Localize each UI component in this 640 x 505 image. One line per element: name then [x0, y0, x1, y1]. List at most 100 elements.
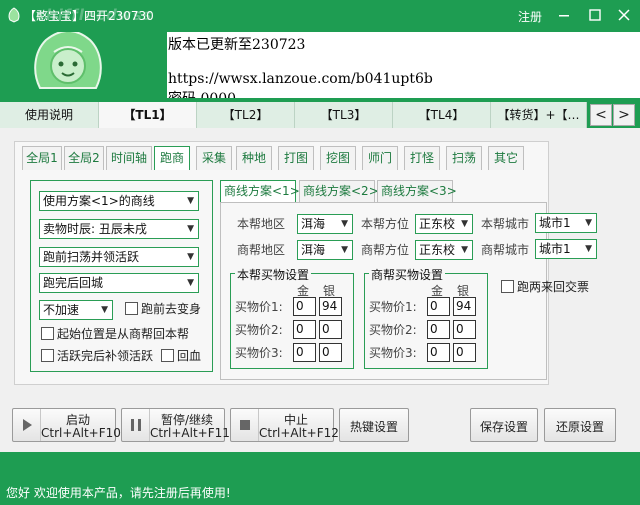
- tab-next-button[interactable]: >: [613, 104, 635, 126]
- home-price2-silver[interactable]: 0: [319, 320, 342, 339]
- checkbox-icon: [161, 349, 174, 362]
- start-hotkey: Ctrl+Alt+F10: [41, 426, 121, 440]
- biz-price2-gold[interactable]: 0: [427, 320, 450, 339]
- price2-label: 买物价2:: [369, 323, 417, 337]
- biz-price3-silver[interactable]: 0: [453, 343, 476, 362]
- dropdown-arrow-icon: ▼: [341, 245, 348, 255]
- biz-city-label: 商帮城市: [481, 243, 530, 257]
- pause-hotkey: Ctrl+Alt+F11: [150, 426, 230, 440]
- save-settings-label: 保存设置: [479, 420, 528, 434]
- route-tab-1[interactable]: 商线方案<1>: [220, 180, 300, 202]
- subtab-timeline[interactable]: 时间轴: [106, 146, 152, 170]
- stop-button[interactable]: 中止 Ctrl+Alt+F12: [230, 408, 339, 442]
- pause-button[interactable]: 暂停/继续 Ctrl+Alt+F11: [121, 408, 230, 442]
- chevron-left-icon: <: [595, 107, 607, 123]
- checkbox-icon: [125, 302, 138, 315]
- tab-tl1[interactable]: 【TL1】: [99, 102, 197, 128]
- tab-tl3[interactable]: 【TL3】: [295, 102, 393, 128]
- subtab-sect[interactable]: 师门: [362, 146, 398, 170]
- dropdown-arrow-icon: ▼: [187, 196, 194, 206]
- subtab-sweep[interactable]: 扫荡: [446, 146, 482, 170]
- biz-price1-gold[interactable]: 0: [427, 297, 450, 316]
- heal-checkbox[interactable]: 回血: [161, 348, 201, 366]
- save-settings-button[interactable]: 保存设置: [470, 408, 538, 442]
- speed-value: 不加速: [43, 303, 80, 317]
- subtab-map[interactable]: 打图: [278, 146, 314, 170]
- hotkey-settings-button[interactable]: 热键设置: [339, 408, 409, 442]
- start-position-checkbox[interactable]: 起始位置是从商帮回本帮: [41, 326, 189, 344]
- close-icon[interactable]: [612, 4, 636, 26]
- restore-settings-label: 还原设置: [555, 420, 604, 434]
- home-buy-group: 本帮买物设置 金 银 买物价1: 0 94 买物价2: 0 0 买物价3: 0 …: [230, 266, 354, 369]
- subtab-global2[interactable]: 全局2: [64, 146, 104, 170]
- pre-run-select[interactable]: 跑前扫荡并领活跃 ▼: [39, 247, 199, 267]
- biz-region-select[interactable]: 洱海 ▼: [297, 240, 353, 260]
- biz-city-select[interactable]: 城市1 ▼: [535, 239, 597, 259]
- start-button[interactable]: 启动 Ctrl+Alt+F10: [12, 408, 121, 442]
- route-tab-2[interactable]: 商线方案<2>: [299, 180, 379, 202]
- route-tab-3[interactable]: 商线方案<3>: [377, 180, 457, 202]
- subtab-farm[interactable]: 种地: [236, 146, 272, 170]
- price3-label: 买物价3:: [369, 346, 417, 360]
- price3-label: 买物价3:: [235, 346, 283, 360]
- home-price1-gold[interactable]: 0: [293, 297, 316, 316]
- subtab-gather[interactable]: 采集: [196, 146, 232, 170]
- stop-hotkey: Ctrl+Alt+F12: [259, 426, 339, 440]
- restore-settings-button[interactable]: 还原设置: [544, 408, 616, 442]
- home-city-select[interactable]: 城市1 ▼: [535, 213, 597, 233]
- biz-price2-silver[interactable]: 0: [453, 320, 476, 339]
- sell-time-value: 卖物时辰: 丑辰未戌: [43, 222, 147, 236]
- watermark-text: chifflecdwss: [36, 6, 153, 24]
- tab-tl4[interactable]: 【TL4】: [393, 102, 491, 128]
- tab-instructions[interactable]: 使用说明: [0, 102, 99, 128]
- tab-tl2[interactable]: 【TL2】: [197, 102, 295, 128]
- dropdown-arrow-icon: ▼: [461, 245, 468, 255]
- subtab-other[interactable]: 其它: [488, 146, 524, 170]
- notice-url[interactable]: https://wwsx.lanzoue.com/b041upt6b: [168, 71, 433, 87]
- biz-city-value: 城市1: [539, 242, 571, 256]
- leaf-app-icon: [8, 7, 20, 23]
- speed-select[interactable]: 不加速 ▼: [39, 300, 113, 320]
- tab-prev-button[interactable]: <: [590, 104, 612, 126]
- status-text: 您好 欢迎使用本产品，请先注册后再使用!: [6, 486, 231, 500]
- pause-icon: [122, 409, 150, 441]
- active-refill-checkbox[interactable]: 活跃完后补领活跃: [41, 348, 153, 366]
- post-run-select[interactable]: 跑完后回城 ▼: [39, 273, 199, 293]
- home-price3-silver[interactable]: 0: [319, 343, 342, 362]
- home-price1-silver[interactable]: 94: [319, 297, 342, 316]
- register-link[interactable]: 注册: [518, 8, 542, 25]
- transform-checkbox[interactable]: 跑前去变身: [125, 301, 201, 319]
- subtab-global1[interactable]: 全局1: [22, 146, 62, 170]
- notice-version: 版本已更新至230723: [168, 37, 306, 53]
- footer-band: [0, 452, 640, 478]
- home-price3-gold[interactable]: 0: [293, 343, 316, 362]
- checkbox-icon: [41, 349, 54, 362]
- tab-transfer[interactable]: 【转货】+【…: [491, 102, 587, 128]
- dropdown-arrow-icon: ▼: [585, 244, 592, 254]
- transform-label: 跑前去变身: [141, 302, 202, 316]
- active-refill-label: 活跃完后补领活跃: [57, 349, 154, 363]
- home-city-value: 城市1: [539, 216, 571, 230]
- subtab-monster[interactable]: 打怪: [404, 146, 440, 170]
- home-price2-gold[interactable]: 0: [293, 320, 316, 339]
- biz-price1-silver[interactable]: 94: [453, 297, 476, 316]
- biz-direction-select[interactable]: 正东校 ▼: [415, 240, 473, 260]
- home-region-select[interactable]: 洱海 ▼: [297, 214, 353, 234]
- home-direction-select[interactable]: 正东校 ▼: [415, 214, 473, 234]
- minimize-icon[interactable]: [552, 4, 576, 26]
- subtab-dig[interactable]: 挖图: [320, 146, 356, 170]
- heal-label: 回血: [177, 349, 202, 363]
- subtab-trade-run[interactable]: 跑商: [154, 146, 190, 170]
- checkbox-icon: [501, 280, 514, 293]
- start-position-label: 起始位置是从商帮回本帮: [57, 327, 190, 341]
- scheme-select-value: 使用方案<1>的商线: [43, 194, 155, 208]
- header-banner: 版本已更新至230723 https://wwsx.lanzoue.com/b0…: [0, 32, 640, 98]
- biz-price3-gold[interactable]: 0: [427, 343, 450, 362]
- scheme-select[interactable]: 使用方案<1>的商线 ▼: [39, 191, 199, 211]
- sell-time-select[interactable]: 卖物时辰: 丑辰未戌 ▼: [39, 219, 199, 239]
- biz-direction-label: 商帮方位: [361, 243, 410, 257]
- roundtrip-checkbox[interactable]: 跑两来回交票: [501, 279, 589, 297]
- hotkey-settings-label: 热键设置: [349, 420, 398, 434]
- dropdown-arrow-icon: ▼: [187, 252, 194, 262]
- maximize-icon[interactable]: [583, 4, 607, 26]
